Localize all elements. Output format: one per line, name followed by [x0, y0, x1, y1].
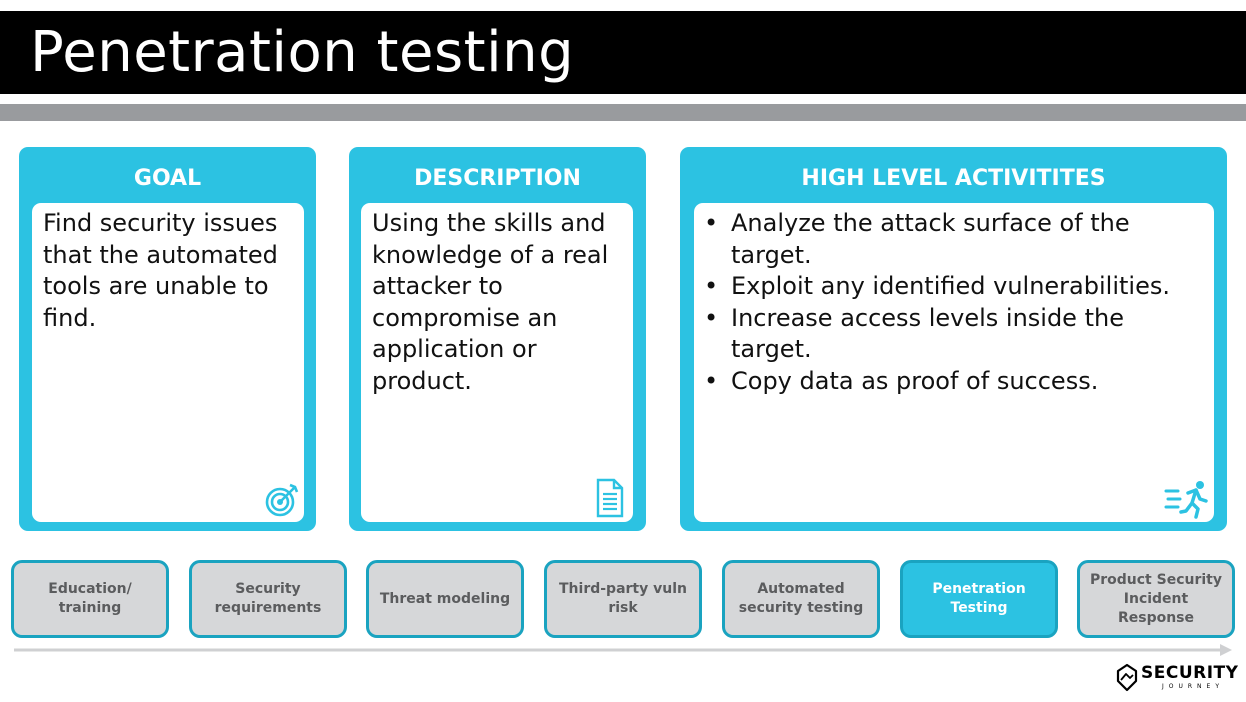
step-label: Third-party vuln risk	[559, 581, 687, 616]
description-text: Using the skills and knowledge of a real…	[372, 209, 609, 395]
activity-item: Copy data as proof of success.	[700, 366, 1212, 398]
page-title: Penetration testing	[30, 20, 575, 85]
goal-text: Find security issues that the automated …	[43, 209, 278, 332]
security-journey-logo: SECURITY JOURNEY	[1116, 662, 1244, 694]
divider-rule	[0, 104, 1246, 121]
step-label: Product Security Incident Response	[1089, 571, 1222, 626]
step-threat-modeling[interactable]: Threat modeling	[366, 560, 524, 638]
activity-item: Analyze the attack surface of the target…	[700, 208, 1212, 271]
step-automated-security-testing[interactable]: Automated security testing	[722, 560, 880, 638]
goal-card: GOAL Find security issues that the autom…	[19, 147, 316, 531]
step-incident-response[interactable]: Product Security Incident Response	[1077, 560, 1235, 638]
activities-list: Analyze the attack surface of the target…	[700, 208, 1212, 397]
step-label: Threat modeling	[379, 590, 511, 607]
step-third-party-vuln-risk[interactable]: Third-party vuln risk	[544, 560, 702, 638]
activities-heading: HIGH LEVEL ACTIVITITES	[801, 166, 1106, 191]
running-person-icon	[1164, 479, 1210, 524]
step-label: Automated security testing	[738, 581, 864, 616]
activity-item: Exploit any identified vulnerabilities.	[700, 271, 1212, 303]
process-steps: Education/ training Security requirement…	[0, 560, 1246, 638]
step-label: Education/ training	[48, 581, 132, 616]
step-security-requirements[interactable]: Security requirements	[189, 560, 347, 638]
activities-body: Analyze the attack surface of the target…	[694, 203, 1214, 522]
document-icon	[595, 478, 625, 523]
step-penetration-testing[interactable]: Penetration Testing	[900, 560, 1058, 638]
step-label: Security requirements	[214, 581, 322, 616]
activities-card: HIGH LEVEL ACTIVITITES Analyze the attac…	[680, 147, 1227, 531]
activity-item: Increase access levels inside the target…	[700, 303, 1212, 366]
timeline-arrow	[14, 644, 1232, 656]
goal-heading: GOAL	[133, 166, 202, 191]
step-education-training[interactable]: Education/ training	[11, 560, 169, 638]
description-card: DESCRIPTION Using the skills and knowled…	[349, 147, 646, 531]
goal-body: Find security issues that the automated …	[32, 203, 304, 522]
logo-subtext: JOURNEY	[1162, 683, 1224, 690]
logo-wordmark: SECURITY	[1141, 663, 1239, 683]
description-body: Using the skills and knowledge of a real…	[361, 203, 633, 522]
target-icon	[263, 481, 301, 524]
description-heading: DESCRIPTION	[414, 166, 581, 191]
step-label: Penetration Testing	[932, 581, 1026, 616]
shield-logo-icon	[1116, 663, 1138, 692]
title-bar: Penetration testing	[0, 11, 1246, 94]
